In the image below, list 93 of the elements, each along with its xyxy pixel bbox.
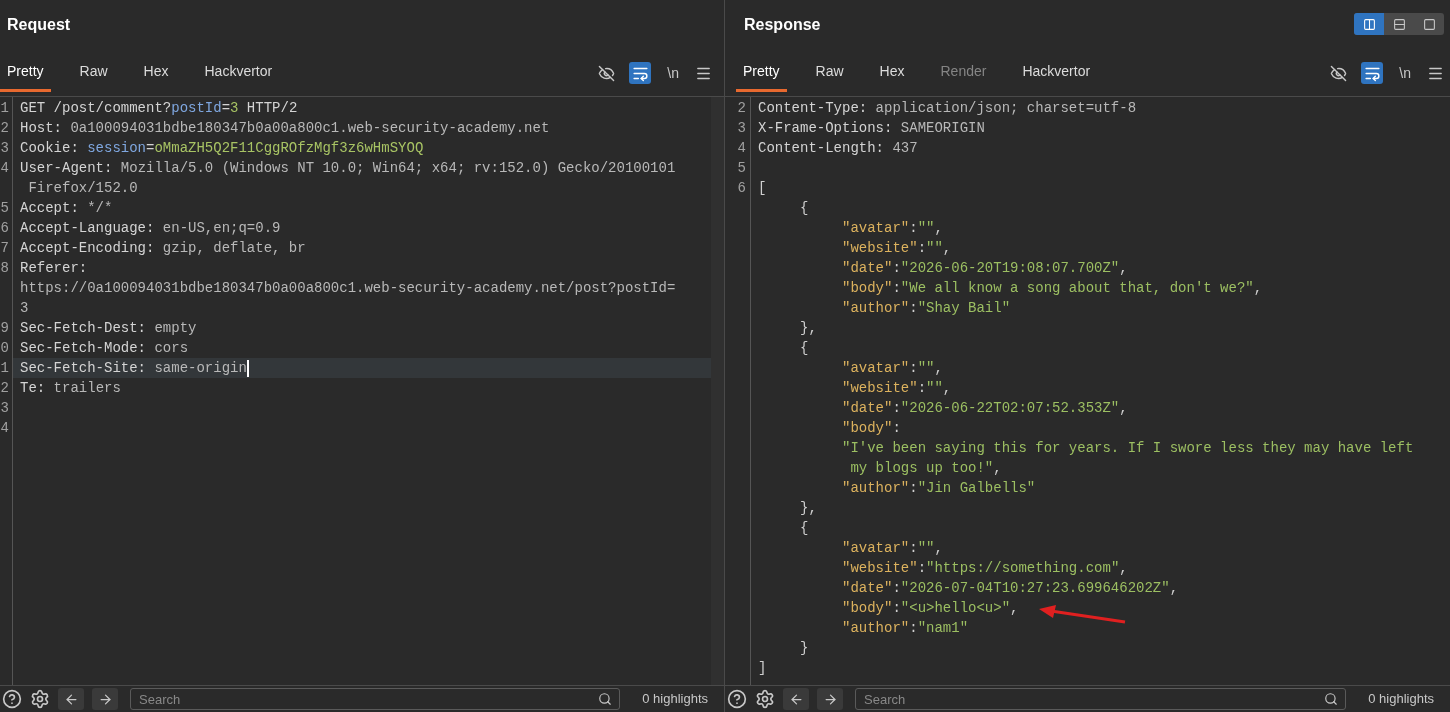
code-line: Sec-Fetch-Dest: empty (19, 319, 197, 338)
code-line: "I've been saying this for years. If I swore less they may have left (841, 439, 1414, 458)
code-line: { (799, 519, 809, 538)
code-line: Content-Type: application/json; charset=utf-8 (757, 99, 1137, 118)
line-number: 7 (0, 239, 9, 258)
highlights-count: 0 highlights (641, 690, 709, 709)
code-line: Accept-Encoding: gzip, deflate, br (19, 239, 306, 258)
code-line: Sec-Fetch-Mode: cors (19, 339, 189, 358)
code-line: Firefox/152.0 (27, 179, 138, 198)
newline-toggle[interactable]: \n (1395, 62, 1415, 84)
code-line: "body":"<u>hello<u>", (841, 599, 1019, 618)
scrollbar-track[interactable] (711, 96, 724, 685)
code-line: Te: trailers (19, 379, 121, 398)
code-line: "avatar":"", (841, 219, 943, 238)
forward-arrow-icon[interactable] (822, 691, 838, 707)
code-line: "date":"2026-07-04T10:27:23.699646202Z", (841, 579, 1179, 598)
editor-tab[interactable]: Pretty (0, 54, 51, 92)
highlights-count: 0 highlights (1367, 690, 1435, 709)
code-line: ] (757, 659, 767, 678)
code-line: Host: 0a100094031bdbe180347b0a00a800c1.web-security-academy.net (19, 119, 550, 138)
code-line: Sec-Fetch-Site: same-origin (19, 358, 249, 378)
help-icon[interactable] (727, 689, 747, 709)
editor-tab[interactable]: Pretty (736, 54, 787, 92)
code-line: "date":"2026-06-22T02:07:52.353Z", (841, 399, 1128, 418)
line-number: 2 (0, 379, 9, 398)
panel-title: Request (7, 15, 71, 35)
editor-tab[interactable]: Hex (136, 54, 176, 92)
columns-icon (1362, 17, 1376, 31)
wrap-lines-icon[interactable] (1361, 62, 1384, 84)
search-field[interactable]: Search (855, 688, 1347, 710)
code-line: "body":"We all know a song about that, don't we?", (841, 279, 1263, 298)
settings-icon[interactable] (755, 689, 775, 709)
forward-arrow-icon[interactable] (97, 691, 113, 707)
line-number: 9 (0, 319, 9, 338)
line-number: 4 (737, 139, 746, 158)
code-line: Referer: (19, 259, 88, 278)
code-line: "avatar":"", (841, 539, 943, 558)
line-number: 6 (737, 179, 746, 198)
line-number: 2 (0, 119, 9, 138)
code-line: my blogs up too!", (849, 459, 1002, 478)
code-line: "body": (841, 419, 901, 438)
code-line: "author":"Shay Bail" (841, 299, 1011, 318)
code-line: User-Agent: Mozilla/5.0 (Windows NT 10.0; Win64; x64; rv:152.0) Gecko/20100101 (19, 159, 676, 178)
layout-mode-button[interactable] (1354, 13, 1384, 35)
code-line: "website":"", (841, 379, 952, 398)
code-line: X-Frame-Options: SAMEORIGIN (757, 119, 985, 138)
code-line: Content-Length: 437 (757, 139, 918, 158)
line-number: 8 (0, 259, 9, 278)
rows-icon (1392, 17, 1406, 31)
line-number: 0 (0, 339, 9, 358)
line-number: 2 (737, 99, 746, 118)
editor-tab[interactable]: Hackvertor (1015, 54, 1098, 92)
code-line: [ (757, 179, 767, 198)
code-line: "website":"https://something.com", (841, 559, 1128, 578)
editor-tab[interactable]: Raw (808, 54, 851, 92)
line-number: 6 (0, 219, 9, 238)
editor-tab[interactable]: Hackvertor (197, 54, 280, 92)
code-line: https://0a100094031bdbe180347b0a00a800c1.web-security-academy.net/post?postId= (19, 279, 676, 298)
line-number: 3 (0, 399, 9, 418)
square-icon (1422, 17, 1436, 31)
settings-icon[interactable] (30, 689, 50, 709)
code-line: }, (799, 319, 817, 338)
code-line: } (799, 639, 809, 658)
line-number: 1 (0, 99, 9, 118)
code-line: "author":"Jin Galbells" (841, 479, 1036, 498)
code-line: { (799, 339, 809, 358)
line-number: 3 (0, 139, 9, 158)
code-line: GET /post/comment?postId=3 HTTP/2 (19, 99, 298, 118)
code-line: Accept-Language: en-US,en;q=0.9 (19, 219, 281, 238)
code-line: }, (799, 499, 817, 518)
code-line: Cookie: session=oMmaZH5Q2F11CggROfzMgf3z6wHmSYOQ (19, 139, 424, 158)
editor-tab[interactable]: Raw (72, 54, 115, 92)
newline-toggle[interactable]: \n (663, 62, 683, 84)
panel-title: Response (744, 15, 821, 35)
line-number: 1 (0, 359, 9, 378)
line-number: 4 (0, 419, 9, 438)
search-field[interactable]: Search (130, 688, 621, 710)
code-line: 3 (19, 299, 29, 318)
line-number: 3 (737, 119, 746, 138)
line-number: 4 (0, 159, 9, 178)
code-line: "author":"nam1" (841, 619, 969, 638)
code-line: "website":"", (841, 239, 952, 258)
code-line: "avatar":"", (841, 359, 943, 378)
wrap-lines-icon[interactable] (629, 62, 652, 84)
line-number: 5 (0, 199, 9, 218)
help-icon[interactable] (2, 689, 22, 709)
code-line: { (799, 199, 809, 218)
code-line: "date":"2026-06-20T19:08:07.700Z", (841, 259, 1128, 278)
search-icon[interactable] (598, 692, 613, 706)
line-number: 5 (737, 159, 746, 178)
editor-tab[interactable]: Hex (872, 54, 912, 92)
search-icon[interactable] (1324, 692, 1339, 706)
code-line: Accept: */* (19, 199, 113, 218)
